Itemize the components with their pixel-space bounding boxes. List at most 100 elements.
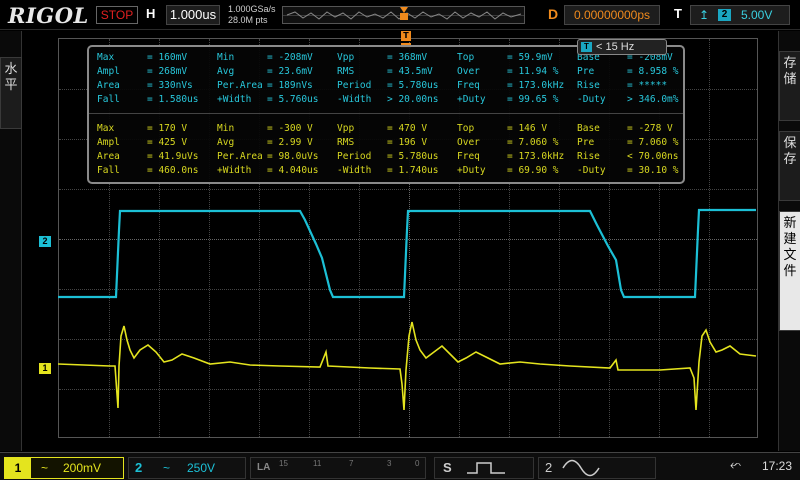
ch1-scale: 200mV xyxy=(63,461,102,475)
la-bit-3: 3 xyxy=(387,459,392,468)
measurement-value: = 7.060 % xyxy=(507,137,559,148)
logic-analyzer-settings[interactable]: LA 15 11 7 3 0 xyxy=(250,457,426,479)
measurement-value: = 5.780us xyxy=(387,151,439,162)
ch1-offset-marker[interactable]: 1 xyxy=(39,363,51,374)
measurement-label: Vpp xyxy=(337,123,355,134)
ch2-waveform xyxy=(58,208,756,299)
measurement-value: = -278 V xyxy=(627,123,673,134)
measurement-label: Min xyxy=(217,52,235,63)
measurement-label: Fall xyxy=(97,165,120,176)
ch2-scale: 250V xyxy=(187,461,216,475)
measurement-value: = 99.65 % xyxy=(507,94,559,105)
measurement-label: +Duty xyxy=(457,94,486,105)
la-bit-11: 11 xyxy=(313,459,322,468)
measurement-value: = 268mV xyxy=(147,66,188,77)
measurement-label: -Duty xyxy=(577,94,606,105)
measurement-label: Max xyxy=(97,123,115,134)
measurement-value: = 5.760us xyxy=(267,94,319,105)
measurement-value: = 170 V xyxy=(147,123,188,134)
counter-channel-badge: T xyxy=(581,42,592,52)
la-bit-7: 7 xyxy=(349,459,354,468)
measurement-label: -Duty xyxy=(577,165,606,176)
measurement-value: < 70.00ns xyxy=(627,151,679,162)
measurement-label: Period xyxy=(337,151,372,162)
measurement-label: Pre xyxy=(577,66,595,77)
measurement-value: = 41.9uVs xyxy=(147,151,199,162)
source-2-settings[interactable]: 2 xyxy=(538,457,656,479)
measurement-value: = 11.94 % xyxy=(507,66,559,77)
measurement-value: = 8.958 % xyxy=(627,66,679,77)
ch1-settings[interactable]: 1 ~ 200mV xyxy=(4,457,124,479)
measurement-label: RMS xyxy=(337,137,355,148)
la-bit-15: 15 xyxy=(279,459,288,468)
square-wave-icon xyxy=(467,462,505,474)
measurement-value: = 196 V xyxy=(387,137,428,148)
measurement-label: Per.Area xyxy=(217,151,263,162)
measurement-label: +Width xyxy=(217,94,252,105)
source-s-settings[interactable]: S xyxy=(434,457,534,479)
measurement-label: -Width xyxy=(337,165,372,176)
source-s-label: S xyxy=(443,460,452,475)
measurement-value: = 30.10 % xyxy=(627,165,679,176)
measurement-label: Pre xyxy=(577,137,595,148)
measurement-value: = -208mV xyxy=(267,52,313,63)
measurement-label: Per.Area xyxy=(217,80,263,91)
frequency-counter[interactable]: T < 15 Hz xyxy=(577,39,667,55)
source-2-label: 2 xyxy=(545,460,553,475)
measurement-label: Over xyxy=(457,137,480,148)
ch1-number: 1 xyxy=(5,458,31,478)
measurement-label: Top xyxy=(457,52,475,63)
measurement-value: = 2.99 V xyxy=(267,137,313,148)
measurement-label: Rise xyxy=(577,151,600,162)
measurement-value: = ***** xyxy=(627,80,668,91)
bottom-channel-bar: 1 ~ 200mV 2 ~ 250V LA 15 11 7 3 0 S 2 ⬿ … xyxy=(0,452,800,480)
ch1-waveform xyxy=(57,321,757,411)
measurement-label: Vpp xyxy=(337,52,355,63)
measurement-value: = 330nVs xyxy=(147,80,193,91)
measurement-value: = 7.060 % xyxy=(627,137,679,148)
usb-icon: ⬿ xyxy=(730,457,742,473)
ch2-offset-marker[interactable]: 2 xyxy=(39,236,51,247)
measurement-value: = 1.580us xyxy=(147,94,199,105)
measurement-value: = 425 V xyxy=(147,137,188,148)
measurement-value: = 173.0kHz xyxy=(507,80,565,91)
measurement-label: +Duty xyxy=(457,165,486,176)
measurement-value: > 346.0m% xyxy=(627,94,679,105)
measurement-label: Top xyxy=(457,123,475,134)
measurement-value: = 1.740us xyxy=(387,165,439,176)
measurement-table[interactable]: Max = 160mV Min = -208mV Vpp = 368mV Top = 59.9… xyxy=(87,45,685,184)
ch2-coupling: ~ xyxy=(163,461,171,475)
measurement-label: Freq xyxy=(457,151,480,162)
measurement-label: Freq xyxy=(457,80,480,91)
measurement-label: Area xyxy=(97,80,120,91)
measurement-label: RMS xyxy=(337,66,355,77)
measurement-label: Fall xyxy=(97,94,120,105)
measurement-value: = 368mV xyxy=(387,52,428,63)
measurement-value: = 43.5mV xyxy=(387,66,433,77)
measurement-divider xyxy=(89,113,683,114)
measurement-value: = 59.9mV xyxy=(507,52,553,63)
measurement-label: Over xyxy=(457,66,480,77)
measurement-value: = 23.6mV xyxy=(267,66,313,77)
measurement-label: Ampl xyxy=(97,137,120,148)
counter-value: < 15 Hz xyxy=(596,41,635,53)
measurement-label: Period xyxy=(337,80,372,91)
measurement-label: Avg xyxy=(217,66,235,77)
measurement-value: = 470 V xyxy=(387,123,428,134)
measurement-value: = 189nVs xyxy=(267,80,313,91)
measurement-label: Rise xyxy=(577,80,600,91)
measurement-label: -Width xyxy=(337,94,372,105)
measurement-label: Avg xyxy=(217,137,235,148)
measurement-label: Min xyxy=(217,123,235,134)
measurement-label: Area xyxy=(97,151,120,162)
ch2-settings[interactable]: 2 ~ 250V xyxy=(128,457,246,479)
la-bit-0: 0 xyxy=(415,459,420,468)
ch2-number: 2 xyxy=(135,460,143,475)
measurement-label: Ampl xyxy=(97,66,120,77)
measurement-value: = 98.0uVs xyxy=(267,151,319,162)
measurement-label: Base xyxy=(577,123,600,134)
measurement-value: = 69.90 % xyxy=(507,165,559,176)
measurement-value: = 4.040us xyxy=(267,165,319,176)
measurement-value: = -300 V xyxy=(267,123,313,134)
ch1-coupling: ~ xyxy=(41,461,49,475)
